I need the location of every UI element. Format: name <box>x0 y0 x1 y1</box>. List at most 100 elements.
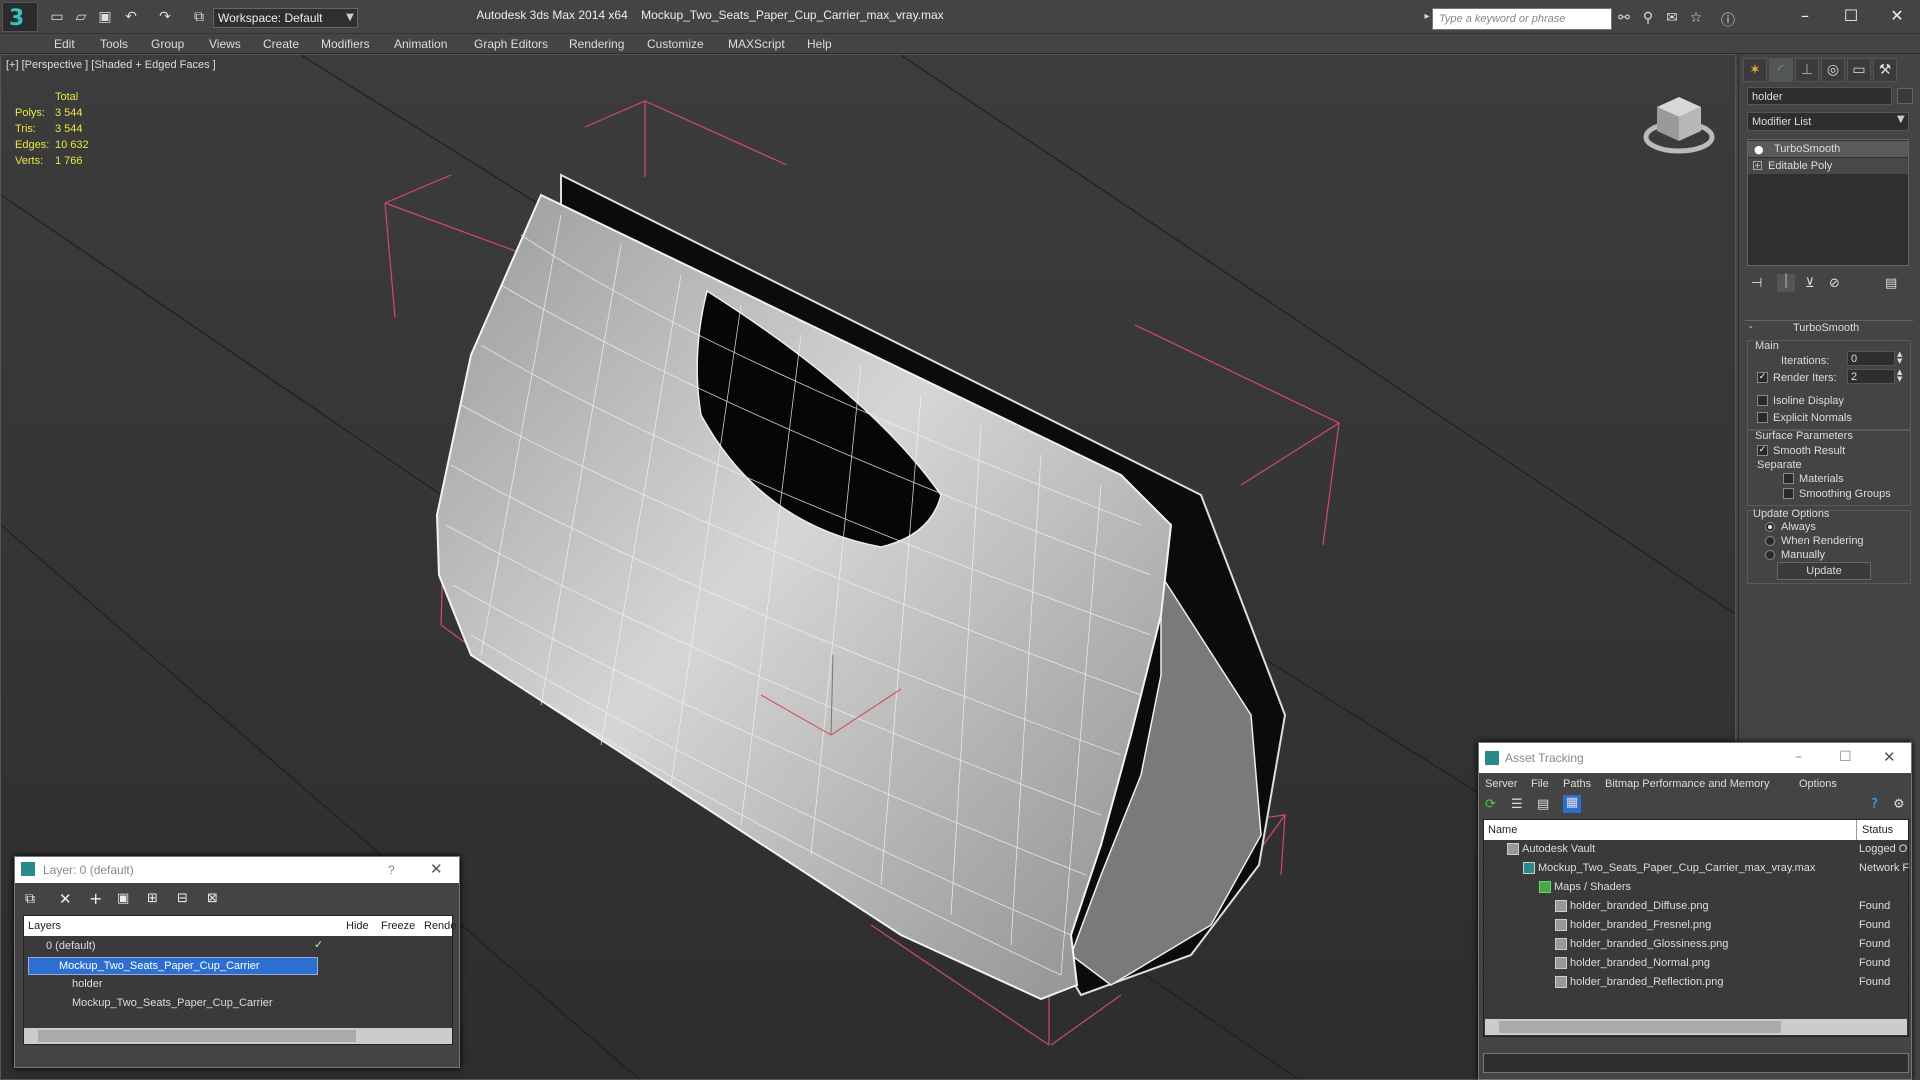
menu-tools[interactable]: Tools <box>100 37 128 51</box>
delete-layer-icon[interactable]: ✕ <box>59 890 72 908</box>
asset-row[interactable]: holder_branded_Normal.png Found <box>1483 954 1909 973</box>
help-icon[interactable]: ⓘ <box>1718 10 1738 29</box>
modifier-list-dropdown[interactable]: Modifier List <box>1747 112 1909 131</box>
favorites-star-icon[interactable]: ☆ <box>1686 10 1706 28</box>
make-unique-icon[interactable]: ⊻ <box>1805 276 1815 291</box>
render-iters-spinner[interactable]: 2 <box>1847 369 1895 384</box>
asset-row[interactable]: holder_branded_Diffuse.png Found <box>1483 897 1909 916</box>
pin-stack-icon[interactable]: ⊣ <box>1751 276 1762 291</box>
col-render[interactable]: Rende <box>424 920 456 932</box>
expand-plus-icon[interactable]: + <box>1753 161 1762 170</box>
materials-checkbox[interactable] <box>1783 473 1794 484</box>
update-button[interactable]: Update <box>1777 562 1871 580</box>
iterations-spinner[interactable]: 0 <box>1847 351 1895 366</box>
viewcube[interactable] <box>1641 85 1717 161</box>
settings-icon[interactable]: ⚙ <box>1893 797 1905 812</box>
menu-file[interactable]: File <box>1531 778 1549 790</box>
hierarchy-tab-icon[interactable]: ⊥ <box>1795 58 1819 82</box>
asset-row[interactable]: Autodesk Vault Logged O <box>1483 840 1909 859</box>
utilities-tab-icon[interactable]: ⚒ <box>1873 58 1897 82</box>
spinner-arrows-icon[interactable]: ▲ ▼ <box>1897 351 1902 365</box>
spinner-arrows-icon[interactable]: ▲ ▼ <box>1897 369 1902 383</box>
menu-edit[interactable]: Edit <box>54 37 75 51</box>
lightbulb-icon[interactable]: ● <box>1754 143 1764 156</box>
hide-all-icon[interactable]: ⊟ <box>177 891 188 906</box>
menu-views[interactable]: Views <box>209 37 241 51</box>
smooth-result-checkbox[interactable]: ✓ <box>1757 445 1768 456</box>
modify-tab-icon[interactable]: ◜ <box>1769 58 1793 82</box>
column-divider[interactable] <box>1856 820 1857 840</box>
create-tab-icon[interactable]: ✶ <box>1743 58 1767 82</box>
menu-help[interactable]: Help <box>807 37 832 51</box>
menu-rendering[interactable]: Rendering <box>569 37 624 51</box>
horizontal-scrollbar[interactable] <box>24 1028 452 1044</box>
manually-radio[interactable] <box>1765 550 1775 560</box>
horizontal-scrollbar[interactable] <box>1485 1019 1907 1035</box>
communication-icon[interactable]: ✉ <box>1662 10 1682 28</box>
create-layer-icon[interactable]: ⧉ <box>25 891 35 907</box>
asset-row[interactable]: holder_branded_Reflection.png Found <box>1483 973 1909 992</box>
minimize-icon[interactable]: – <box>1782 2 1828 30</box>
asset-row[interactable]: holder_branded_Fresnel.png Found <box>1483 916 1909 935</box>
motion-tab-icon[interactable]: ◎ <box>1821 58 1845 82</box>
search-input[interactable]: Type a keyword or phrase <box>1432 8 1612 30</box>
layer-dialog-titlebar[interactable]: Layer: 0 (default) ? ✕ <box>15 857 459 883</box>
chevron-down-icon[interactable]: ▼ <box>1897 114 1905 125</box>
table-view-icon[interactable]: ▦ <box>1563 795 1581 813</box>
close-icon[interactable]: ✕ <box>1874 2 1920 30</box>
refresh-icon[interactable]: ⟳ <box>1485 797 1496 812</box>
object-name-field[interactable]: holder <box>1747 87 1892 105</box>
detail-view-icon[interactable]: ▤ <box>1537 797 1549 812</box>
asset-tracking-titlebar[interactable]: Asset Tracking – ☐ ✕ <box>1479 743 1911 773</box>
display-tab-icon[interactable]: ▭ <box>1847 58 1871 82</box>
configure-sets-icon[interactable]: ▤ <box>1885 276 1897 291</box>
menu-modifiers[interactable]: Modifiers <box>321 37 370 51</box>
help-icon[interactable]: ? <box>1871 797 1878 812</box>
menu-create[interactable]: Create <box>263 37 299 51</box>
menu-group[interactable]: Group <box>151 37 184 51</box>
isoline-display-checkbox[interactable] <box>1757 395 1768 406</box>
menu-paths[interactable]: Paths <box>1563 778 1591 790</box>
stack-item-turbosmooth[interactable]: TurboSmooth <box>1748 141 1908 157</box>
col-freeze[interactable]: Freeze <box>381 920 415 932</box>
col-name[interactable]: Name <box>1488 824 1517 836</box>
close-icon[interactable]: ✕ <box>1883 748 1896 766</box>
smoothing-groups-checkbox[interactable] <box>1783 488 1794 499</box>
minimize-icon[interactable]: – <box>1795 749 1802 765</box>
menu-server[interactable]: Server <box>1485 778 1517 790</box>
asset-row[interactable]: holder_branded_Glossiness.png Found <box>1483 935 1909 954</box>
scrollbar-thumb[interactable] <box>38 1030 356 1042</box>
render-iters-checkbox[interactable]: ✓ <box>1757 372 1768 383</box>
col-layers[interactable]: Layers <box>28 920 61 932</box>
maximize-icon[interactable]: ☐ <box>1839 749 1852 765</box>
layer-row-selected[interactable]: Mockup_Two_Seats_Paper_Cup_Carrier <box>28 957 318 975</box>
show-end-result-icon[interactable]: ⏐ <box>1777 274 1795 292</box>
select-objects-icon[interactable]: ▣ <box>117 891 129 906</box>
menu-graph-editors[interactable]: Graph Editors <box>474 37 548 51</box>
maximize-icon[interactable]: ☐ <box>1828 2 1874 30</box>
menu-animation[interactable]: Animation <box>394 37 447 51</box>
add-to-layer-icon[interactable]: + <box>89 889 102 908</box>
asset-row[interactable]: Mockup_Two_Seats_Paper_Cup_Carrier_max_v… <box>1483 859 1909 878</box>
menu-maxscript[interactable]: MAXScript <box>728 37 785 51</box>
object-color-swatch[interactable] <box>1897 88 1913 104</box>
always-radio[interactable] <box>1765 522 1775 532</box>
menu-bitmap-performance[interactable]: Bitmap Performance and Memory <box>1605 778 1769 790</box>
list-view-icon[interactable]: ☰ <box>1511 797 1523 812</box>
rollout-header[interactable]: - TurboSmooth <box>1745 320 1913 334</box>
stack-item-editable-poly[interactable]: Editable Poly <box>1748 158 1908 174</box>
scrollbar-thumb[interactable] <box>1499 1021 1781 1033</box>
close-icon[interactable]: ✕ <box>430 860 443 878</box>
explicit-normals-checkbox[interactable] <box>1757 412 1768 423</box>
help-icon[interactable]: ? <box>388 863 395 877</box>
menu-customize[interactable]: Customize <box>647 37 704 51</box>
asset-path-field[interactable] <box>1483 1053 1909 1073</box>
menu-options[interactable]: Options <box>1799 778 1837 790</box>
asset-row[interactable]: Maps / Shaders <box>1483 878 1909 897</box>
remove-modifier-icon[interactable]: ⊘ <box>1829 276 1840 291</box>
layer-row[interactable]: 0 (default) ✓ <box>24 938 440 956</box>
layer-row[interactable]: holder <box>24 976 440 994</box>
binoculars-icon[interactable]: ⚯ <box>1614 10 1634 28</box>
col-status[interactable]: Status <box>1862 824 1893 836</box>
when-rendering-radio[interactable] <box>1765 536 1775 546</box>
